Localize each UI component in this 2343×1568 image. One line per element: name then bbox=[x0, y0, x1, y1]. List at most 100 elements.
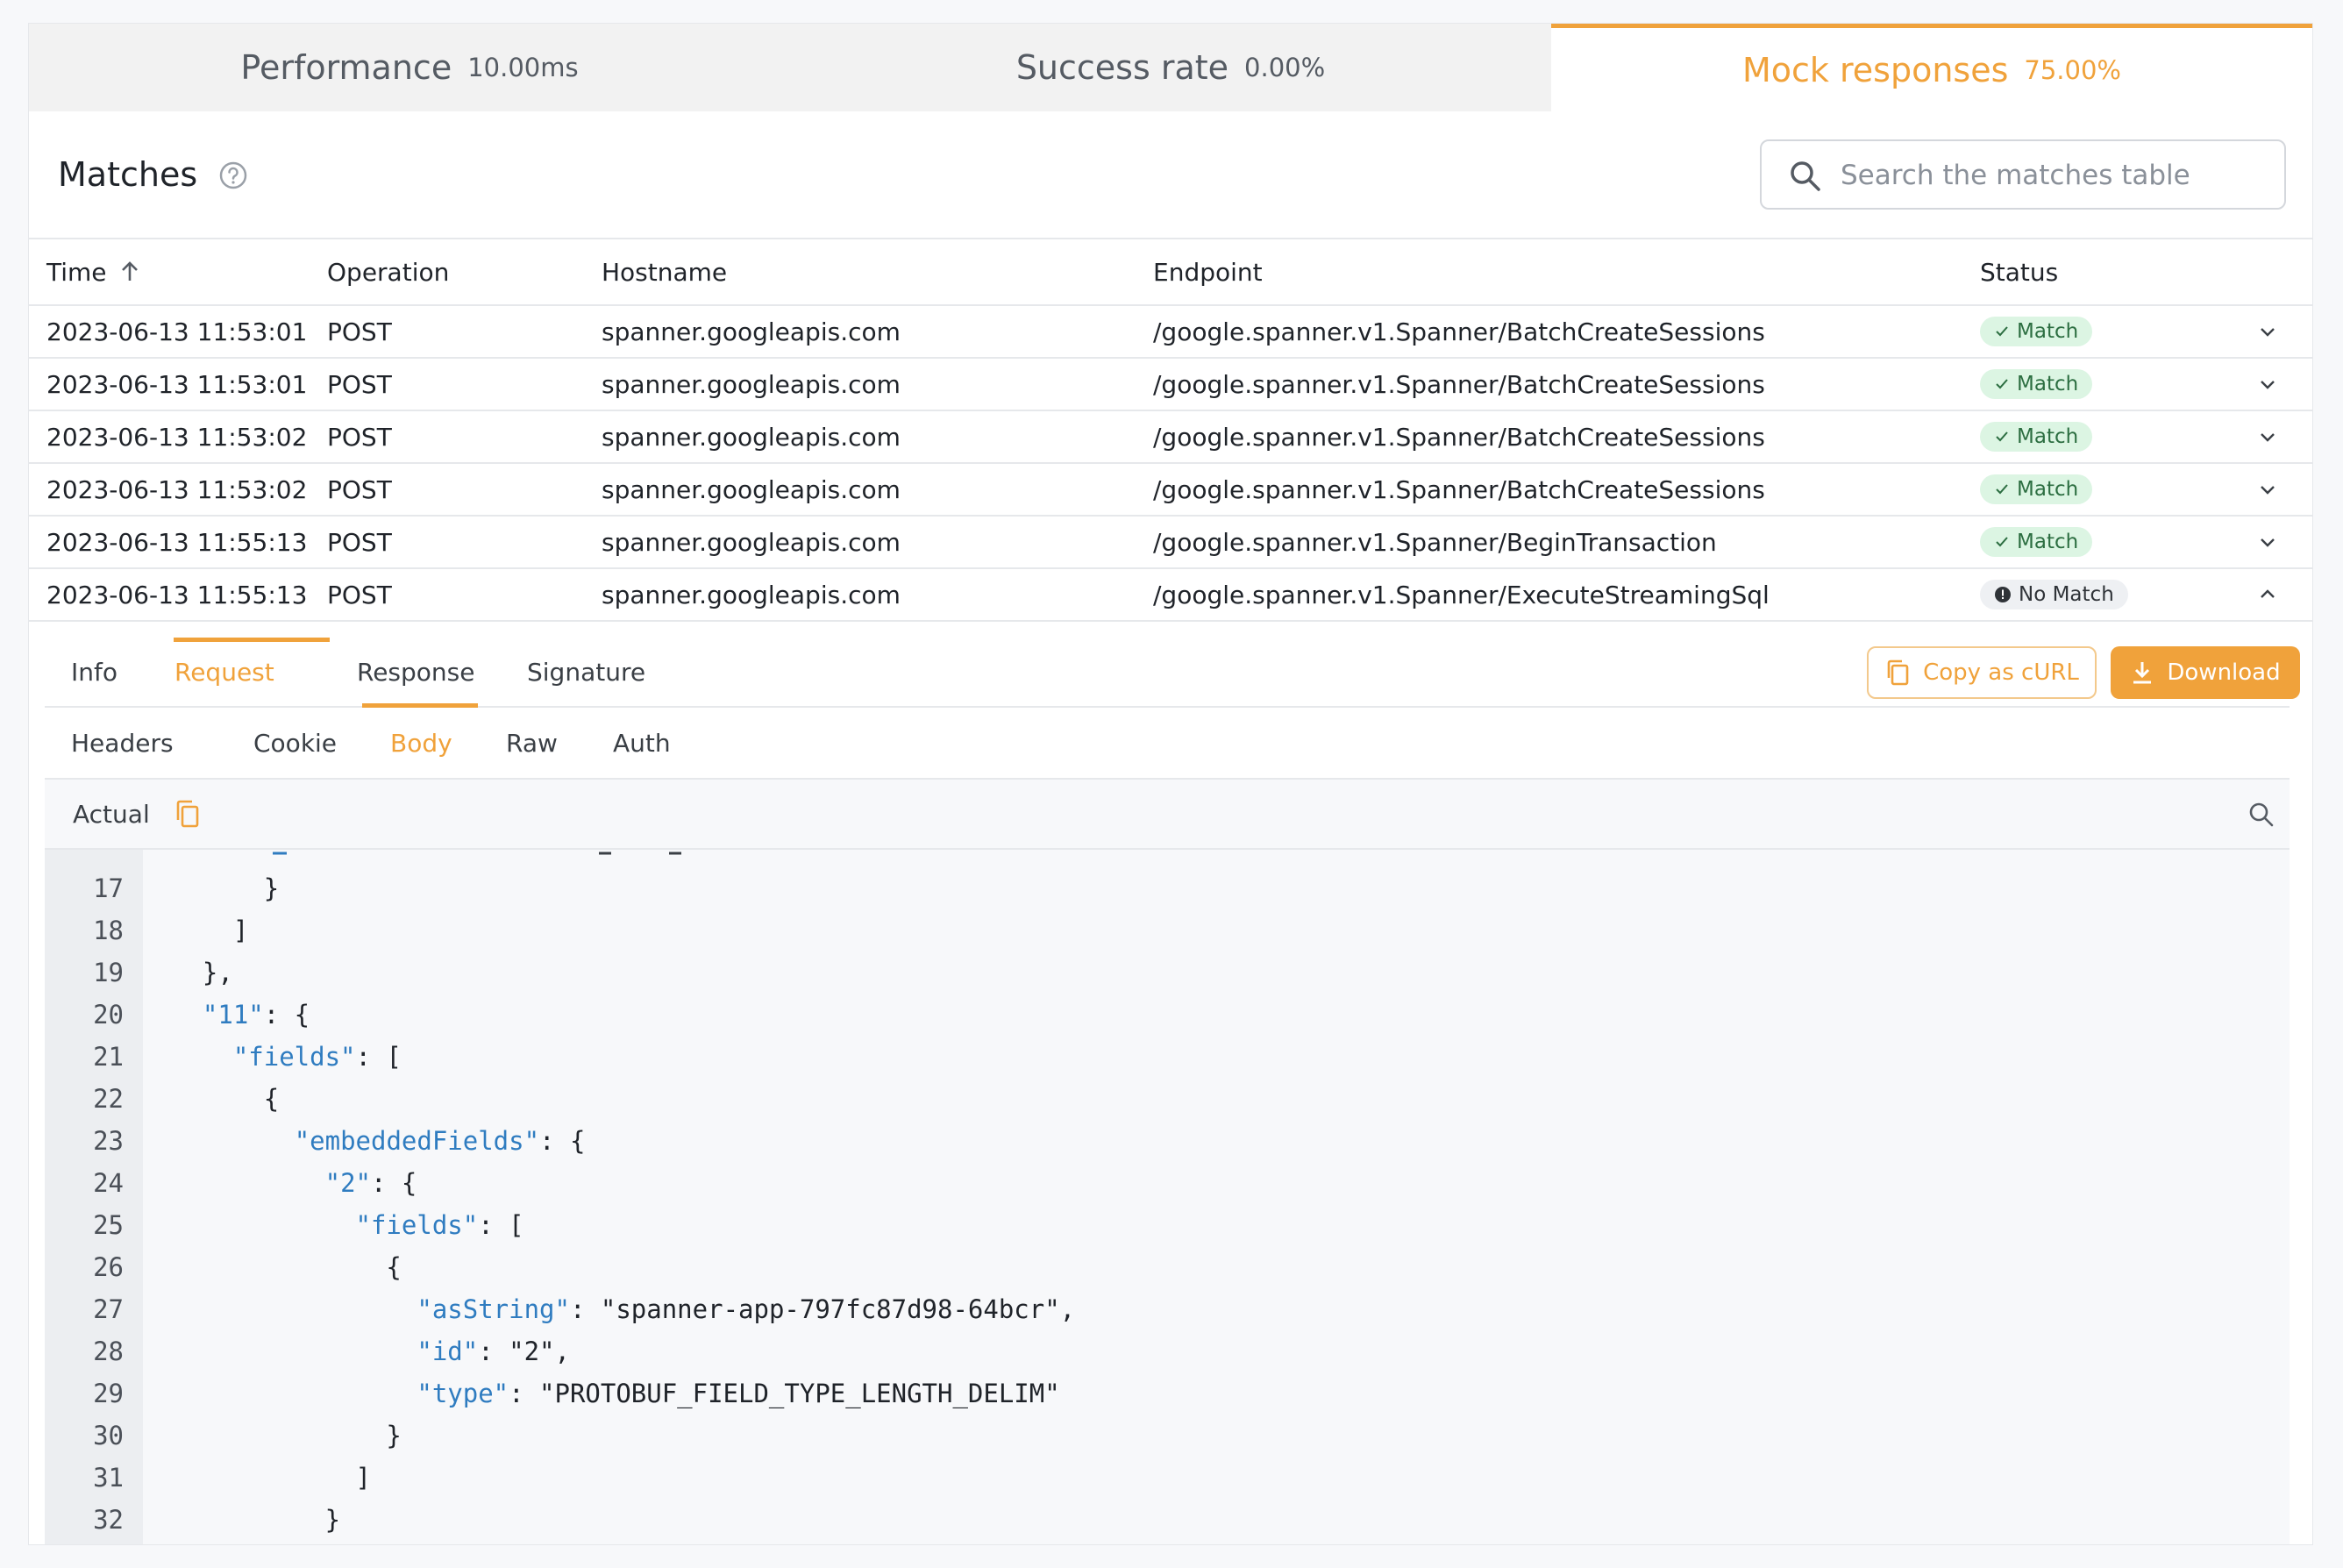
code-plain bbox=[172, 1294, 417, 1324]
tab-info[interactable]: Info bbox=[71, 638, 118, 706]
tab-raw[interactable]: Raw bbox=[506, 708, 558, 778]
expand-cell[interactable] bbox=[2256, 517, 2279, 567]
table-row[interactable]: 2023-06-13 11:53:02 POST spanner.googlea… bbox=[29, 464, 2312, 517]
table-row[interactable]: 2023-06-13 11:53:01 POST spanner.googlea… bbox=[29, 306, 2312, 359]
check-icon bbox=[1996, 379, 2008, 389]
chevron-down-icon[interactable] bbox=[2256, 425, 2279, 448]
tab-request[interactable]: Request bbox=[174, 638, 274, 706]
code-plain: } bbox=[172, 1505, 341, 1535]
cell-endpoint: /google.spanner.v1.Spanner/BatchCreateSe… bbox=[1153, 369, 1765, 399]
code-text: } bbox=[172, 1421, 401, 1450]
partial-line-fragment bbox=[273, 852, 681, 855]
code-text: "asString": "spanner-app-797fc87d98-64bc… bbox=[172, 1294, 1075, 1324]
chevron-down-icon[interactable] bbox=[2256, 478, 2279, 501]
code-plain bbox=[172, 1042, 233, 1072]
code-plain: : { bbox=[539, 1126, 586, 1156]
status-text: Match bbox=[2017, 373, 2079, 396]
json-key: "2" bbox=[324, 1168, 371, 1198]
tab-response[interactable]: Response bbox=[357, 638, 474, 706]
json-key: "id" bbox=[417, 1336, 479, 1366]
cell-hostname: spanner.googleapis.com bbox=[602, 422, 901, 452]
sort-ascending-icon[interactable] bbox=[118, 260, 142, 284]
cell-endpoint: /google.spanner.v1.Spanner/BatchCreateSe… bbox=[1153, 422, 1765, 452]
expand-cell[interactable] bbox=[2256, 411, 2279, 462]
metric-value: 75.00% bbox=[2024, 54, 2121, 85]
help-icon[interactable] bbox=[218, 160, 248, 190]
request-sub-tabs: Headers Cookie Body Raw Auth bbox=[45, 708, 2290, 780]
line-number: 24 bbox=[93, 1168, 124, 1198]
column-hostname: Hostname bbox=[602, 239, 727, 304]
code-line: 17 } bbox=[45, 867, 2290, 909]
expand-cell[interactable] bbox=[2256, 306, 2279, 357]
app-frame: Performance 10.00ms Success rate 0.00% M… bbox=[28, 23, 2313, 1545]
code-plain bbox=[172, 1168, 325, 1198]
status-badge: Match bbox=[1980, 527, 2093, 557]
expand-cell[interactable] bbox=[2256, 464, 2279, 515]
metric-label: Performance bbox=[240, 48, 452, 87]
status-text: Match bbox=[2017, 531, 2079, 553]
code-line: 19 }, bbox=[45, 951, 2290, 994]
line-number: 31 bbox=[93, 1463, 124, 1493]
cell-operation: POST bbox=[327, 474, 392, 504]
chevron-down-icon[interactable] bbox=[2256, 373, 2279, 396]
table-row[interactable]: 2023-06-13 11:53:02 POST spanner.googlea… bbox=[29, 411, 2312, 464]
chevron-down-icon[interactable] bbox=[2256, 531, 2279, 553]
search-icon[interactable] bbox=[2247, 801, 2275, 829]
tab-mock-responses[interactable]: Mock responses 75.00% bbox=[1551, 24, 2312, 111]
cell-endpoint: /google.spanner.v1.Spanner/BatchCreateSe… bbox=[1153, 474, 1765, 504]
cell-operation: POST bbox=[327, 369, 392, 399]
copy-curl-button[interactable]: Copy as cURL bbox=[1867, 646, 2097, 699]
line-number: 29 bbox=[93, 1379, 124, 1408]
chevron-up-icon[interactable] bbox=[2256, 583, 2279, 606]
status-cell: No Match bbox=[1980, 569, 2128, 620]
cell-hostname: spanner.googleapis.com bbox=[602, 317, 901, 346]
line-number: 20 bbox=[93, 1000, 124, 1030]
column-time[interactable]: Time bbox=[46, 239, 142, 304]
column-label: Endpoint bbox=[1153, 257, 1263, 287]
code-plain: ] bbox=[172, 1463, 371, 1493]
column-endpoint: Endpoint bbox=[1153, 239, 1263, 304]
metric-tabs: Performance 10.00ms Success rate 0.00% M… bbox=[29, 24, 2312, 111]
code-plain bbox=[172, 1126, 295, 1156]
code-line: 21 "fields": [ bbox=[45, 1036, 2290, 1078]
copy-icon[interactable] bbox=[174, 799, 201, 829]
code-plain bbox=[172, 1000, 203, 1030]
code-line: 22 { bbox=[45, 1078, 2290, 1120]
code-text: } bbox=[172, 873, 279, 903]
code-viewer[interactable]: 17 } 18 ] 19 }, 20 "11": {21 "fields": [22 … bbox=[45, 850, 2290, 1544]
code-line: 20 "11": { bbox=[45, 994, 2290, 1036]
tab-auth[interactable]: Auth bbox=[613, 708, 671, 778]
actual-label: Actual bbox=[73, 780, 201, 848]
code-text: { bbox=[172, 1084, 279, 1114]
code-line: 23 "embeddedFields": { bbox=[45, 1120, 2290, 1162]
code-plain: }, bbox=[172, 958, 233, 987]
tab-body[interactable]: Body bbox=[390, 708, 452, 778]
code-text: "11": { bbox=[172, 1000, 310, 1030]
code-line: 18 ] bbox=[45, 909, 2290, 951]
tab-performance[interactable]: Performance 10.00ms bbox=[29, 24, 790, 111]
table-row-expanded[interactable]: 2023-06-13 11:55:13 POST spanner.googlea… bbox=[29, 569, 2312, 622]
cell-hostname: spanner.googleapis.com bbox=[602, 369, 901, 399]
expand-cell[interactable] bbox=[2256, 359, 2279, 410]
table-row[interactable]: 2023-06-13 11:53:01 POST spanner.googlea… bbox=[29, 359, 2312, 411]
code-text: ] bbox=[172, 1463, 371, 1493]
collapse-cell[interactable] bbox=[2256, 569, 2279, 620]
tab-cookie[interactable]: Cookie bbox=[253, 708, 337, 778]
download-button[interactable]: Download bbox=[2111, 646, 2300, 699]
copy-curl-label: Copy as cURL bbox=[1923, 659, 2079, 686]
tab-headers[interactable]: Headers bbox=[71, 708, 174, 778]
status-text: Match bbox=[2017, 425, 2079, 448]
table-row[interactable]: 2023-06-13 11:55:13 POST spanner.googlea… bbox=[29, 517, 2312, 569]
code-line: 29 "type": "PROTOBUF_FIELD_TYPE_LENGTH_D… bbox=[45, 1372, 2290, 1415]
code-text: "fields": [ bbox=[172, 1042, 402, 1072]
json-key: "asString" bbox=[417, 1294, 570, 1324]
code-text: }, bbox=[172, 958, 233, 987]
search-input[interactable] bbox=[1839, 152, 2263, 199]
code-line: 30 } bbox=[45, 1415, 2290, 1457]
code-line: 26 { bbox=[45, 1246, 2290, 1288]
chevron-down-icon[interactable] bbox=[2256, 320, 2279, 343]
tab-signature[interactable]: Signature bbox=[527, 638, 645, 706]
metric-label: Mock responses bbox=[1742, 50, 2009, 89]
tab-success-rate[interactable]: Success rate 0.00% bbox=[790, 24, 1551, 111]
code-plain: : "2", bbox=[478, 1336, 570, 1366]
